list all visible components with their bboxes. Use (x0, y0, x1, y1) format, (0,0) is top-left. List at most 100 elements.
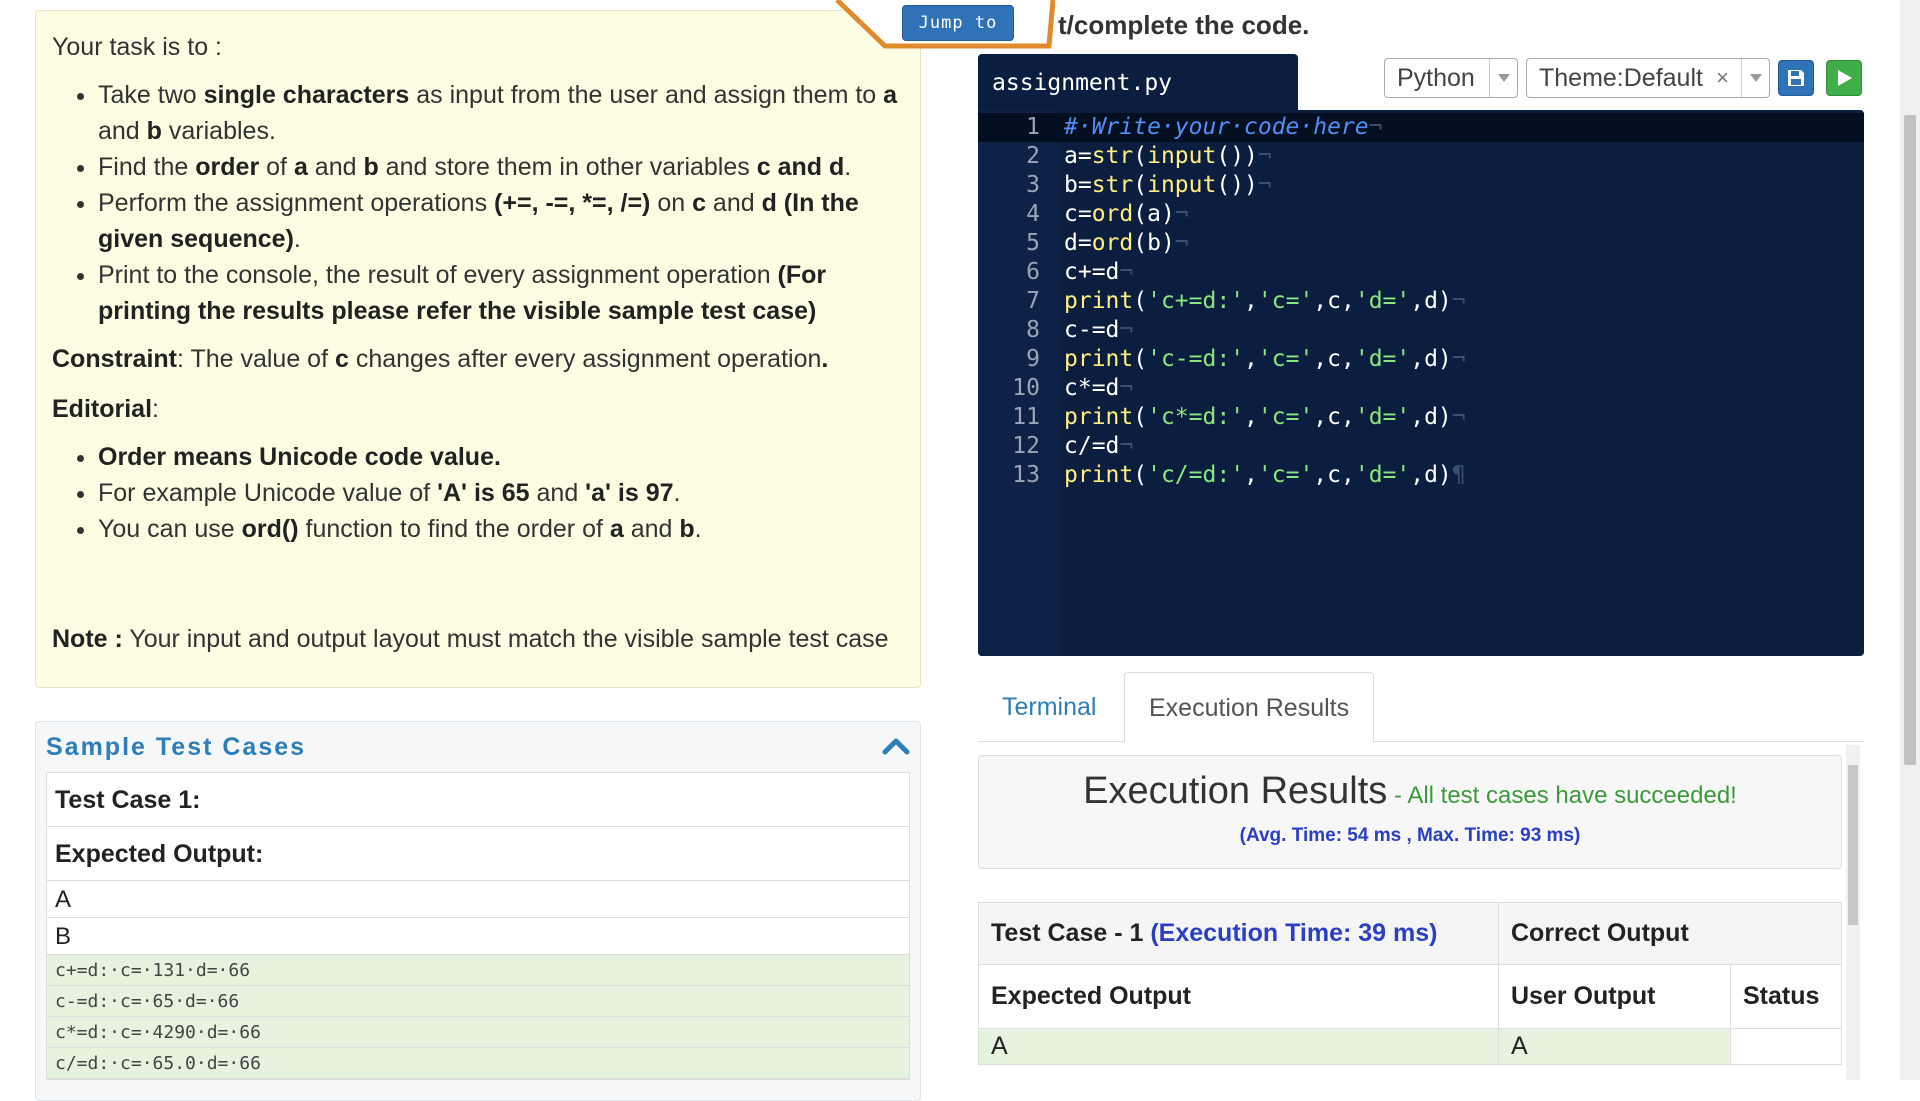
code-token: 'd=' (1354, 346, 1411, 372)
language-select[interactable]: Python (1384, 58, 1518, 98)
code-token: 'd=' (1354, 404, 1411, 430)
code-text[interactable]: print('c/=d:','c=',c,'d=',d)¶ (1064, 461, 1466, 490)
code-line[interactable]: 8 c-=d¬ (978, 316, 1864, 345)
line-number: 13 (1012, 462, 1040, 488)
code-token: 'c/=d:' (1147, 462, 1245, 488)
code-text[interactable]: c+=d¬ (1064, 258, 1133, 287)
save-button[interactable] (1778, 60, 1814, 96)
execution-results-title: Execution Results (1083, 770, 1388, 812)
code-token: ¬ (1119, 259, 1134, 285)
status-cell (1730, 1028, 1842, 1065)
sample-output-line: c/=d:·c=·65.0·d=·66 (47, 1048, 909, 1079)
file-tab[interactable]: assignment.py (978, 54, 1298, 110)
run-button[interactable] (1826, 60, 1862, 96)
editorial-list: Order means Unicode code value. For exam… (52, 439, 904, 547)
line-number: 2 (1026, 143, 1040, 169)
code-line[interactable]: 12 c/=d¬ (978, 432, 1864, 461)
code-text[interactable]: a=str(input())¬ (1064, 142, 1272, 171)
page-scrollbar-thumb[interactable] (1904, 115, 1916, 765)
code-token: 'c*=d:' (1147, 404, 1245, 430)
note-text: Note : Your input and output layout must… (52, 625, 889, 653)
dropdown-arrow-icon[interactable] (1741, 59, 1769, 97)
execution-timing: (Avg. Time: 54 ms , Max. Time: 93 ms) (1239, 825, 1581, 846)
tab-execution-results[interactable]: Execution Results (1124, 672, 1375, 743)
code-token: 'd=' (1354, 462, 1411, 488)
results-scrollbar[interactable] (1846, 745, 1860, 1080)
code-token: ( (1133, 462, 1148, 488)
code-line[interactable]: 13 print('c/=d:','c=',c,'d=',d)¶ (978, 461, 1864, 490)
code-text[interactable]: print('c-=d:','c=',c,'d=',d)¬ (1064, 345, 1466, 374)
code-token: print (1064, 288, 1134, 314)
code-token: ( (1133, 404, 1148, 430)
line-number: 7 (1026, 288, 1040, 314)
code-editor[interactable]: 1 #·Write·your·code·here¬ 2 a=str(input())¬… (978, 110, 1864, 656)
table-row: Expected Output User Output Status (978, 964, 1842, 1029)
correct-output-header: Correct Output (1498, 902, 1842, 965)
code-token: , (1244, 288, 1258, 314)
code-token: ¬ (1451, 288, 1466, 314)
constraint-text: Constraint: The value of c changes after… (52, 345, 829, 373)
code-token: ¬ (1368, 114, 1383, 140)
code-token: ()) (1216, 172, 1258, 198)
sample-test-cases-header[interactable]: Sample Test Cases (36, 722, 920, 772)
editorial-item: You can use ord() function to find the o… (98, 511, 904, 547)
code-text[interactable]: d=ord(b)¬ (1064, 229, 1189, 258)
line-number: 3 (1026, 172, 1040, 198)
sample-output-line: c+=d:·c=·131·d=·66 (47, 955, 909, 986)
code-text[interactable]: c/=d¬ (1064, 432, 1133, 461)
code-text[interactable]: c=ord(a)¬ (1064, 200, 1189, 229)
language-value: Python (1397, 64, 1475, 92)
collapse-chevron-up-icon[interactable] (882, 733, 910, 762)
theme-select[interactable]: Theme:Default × (1526, 58, 1770, 98)
code-line[interactable]: 2 a=str(input())¬ (978, 142, 1864, 171)
line-number: 8 (1026, 317, 1040, 343)
code-token: ,d) (1410, 462, 1452, 488)
clear-icon[interactable]: × (1716, 59, 1729, 97)
tab-terminal[interactable]: Terminal (978, 672, 1120, 742)
code-line[interactable]: 10 c*=d¬ (978, 374, 1864, 403)
code-text[interactable]: #·Write·your·code·here¬ (1064, 113, 1383, 142)
results-scrollbar-thumb[interactable] (1848, 765, 1858, 925)
code-text[interactable]: b=str(input())¬ (1064, 171, 1272, 200)
code-token: , (1244, 346, 1258, 372)
code-line[interactable]: 11 print('c*=d:','c=',c,'d=',d)¬ (978, 403, 1864, 432)
code-line[interactable]: 1 #·Write·your·code·here¬ (978, 113, 1864, 142)
jump-to-button[interactable]: Jump to (902, 5, 1014, 41)
code-token: ( (1133, 172, 1148, 198)
code-token: ,c, (1313, 404, 1355, 430)
code-text[interactable]: c*=d¬ (1064, 374, 1133, 403)
code-line[interactable]: 6 c+=d¬ (978, 258, 1864, 287)
code-line[interactable]: 4 c=ord(a)¬ (978, 200, 1864, 229)
line-number: 5 (1026, 230, 1040, 256)
page-scrollbar[interactable] (1900, 0, 1920, 1080)
code-line[interactable]: 3 b=str(input())¬ (978, 171, 1864, 200)
code-token: ( (1133, 288, 1148, 314)
execution-results-table: Test Case - 1 (Execution Time: 39 ms) Co… (978, 902, 1842, 1065)
code-line[interactable]: 7 print('c+=d:','c=',c,'d=',d)¬ (978, 287, 1864, 316)
code-token: str (1091, 172, 1134, 198)
code-token: c+=d (1064, 259, 1120, 285)
task-intro: Your task is to : (52, 33, 222, 61)
code-token: ,d) (1410, 288, 1452, 314)
code-text[interactable]: print('c*=d:','c=',c,'d=',d)¬ (1064, 403, 1466, 432)
expected-output-header: Expected Output (978, 964, 1499, 1029)
sample-output-line: c*=d:·c=·4290·d=·66 (47, 1017, 909, 1048)
code-token: ,c, (1313, 346, 1355, 372)
status-header: Status (1730, 964, 1842, 1029)
code-token: ¶ (1451, 462, 1466, 488)
code-line[interactable]: 5 d=ord(b)¬ (978, 229, 1864, 258)
code-token: print (1064, 462, 1134, 488)
execution-status: - All test cases have succeeded! (1387, 782, 1737, 809)
dropdown-arrow-icon[interactable] (1489, 59, 1517, 97)
run-play-icon (1838, 70, 1852, 86)
code-text[interactable]: print('c+=d:','c=',c,'d=',d)¬ (1064, 287, 1466, 316)
code-token: c*=d (1064, 375, 1120, 401)
code-line[interactable]: 9 print('c-=d:','c=',c,'d=',d)¬ (978, 345, 1864, 374)
line-number: 6 (1026, 259, 1040, 285)
code-token: 'c-=d:' (1147, 346, 1245, 372)
editorial-item: Order means Unicode code value. (98, 439, 904, 475)
code-text[interactable]: c-=d¬ (1064, 316, 1133, 345)
task-item: Perform the assignment operations (+=, -… (98, 185, 904, 257)
test-case-header: Test Case - 1 (Execution Time: 39 ms) (978, 902, 1499, 965)
result-tabs: Terminal Execution Results (978, 672, 1864, 743)
